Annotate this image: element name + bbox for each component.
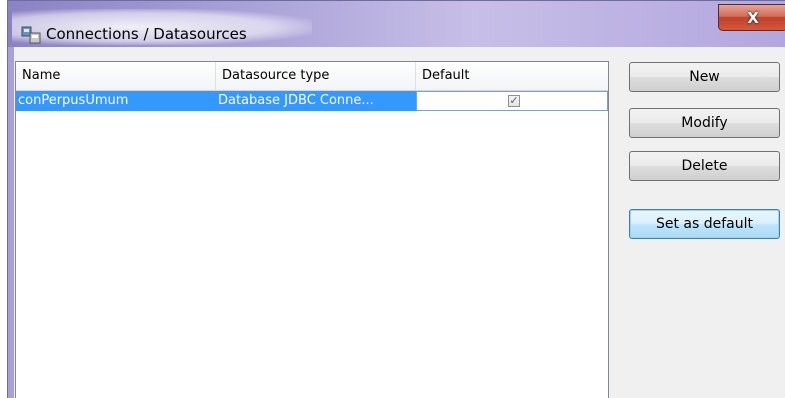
table-row[interactable]: conPerpusUmum Database JDBC Conne... ✓ — [16, 91, 608, 111]
datasource-table: Name Datasource type Default conPerpusUm… — [15, 61, 609, 398]
cell-name[interactable]: conPerpusUmum — [16, 91, 216, 111]
table-header: Name Datasource type Default — [16, 62, 608, 91]
cell-datasource-type[interactable]: Database JDBC Conne... — [216, 91, 416, 111]
check-icon: ✓ — [509, 94, 519, 107]
cell-default[interactable]: ✓ — [416, 91, 608, 111]
connections-icon — [21, 26, 41, 44]
column-header-name[interactable]: Name — [16, 62, 216, 90]
close-icon: X — [747, 8, 759, 27]
default-checkbox[interactable]: ✓ — [508, 95, 520, 107]
column-header-default[interactable]: Default — [416, 62, 608, 90]
delete-button[interactable]: Delete — [629, 151, 780, 181]
new-button[interactable]: New — [629, 62, 780, 92]
modify-button[interactable]: Modify — [629, 108, 780, 138]
close-button[interactable]: X — [718, 4, 785, 31]
column-header-datasource-type[interactable]: Datasource type — [216, 62, 416, 90]
window-title: Connections / Datasources — [46, 25, 247, 43]
title-bar[interactable]: Connections / Datasources X — [8, 1, 785, 47]
set-as-default-button[interactable]: Set as default — [629, 209, 780, 239]
